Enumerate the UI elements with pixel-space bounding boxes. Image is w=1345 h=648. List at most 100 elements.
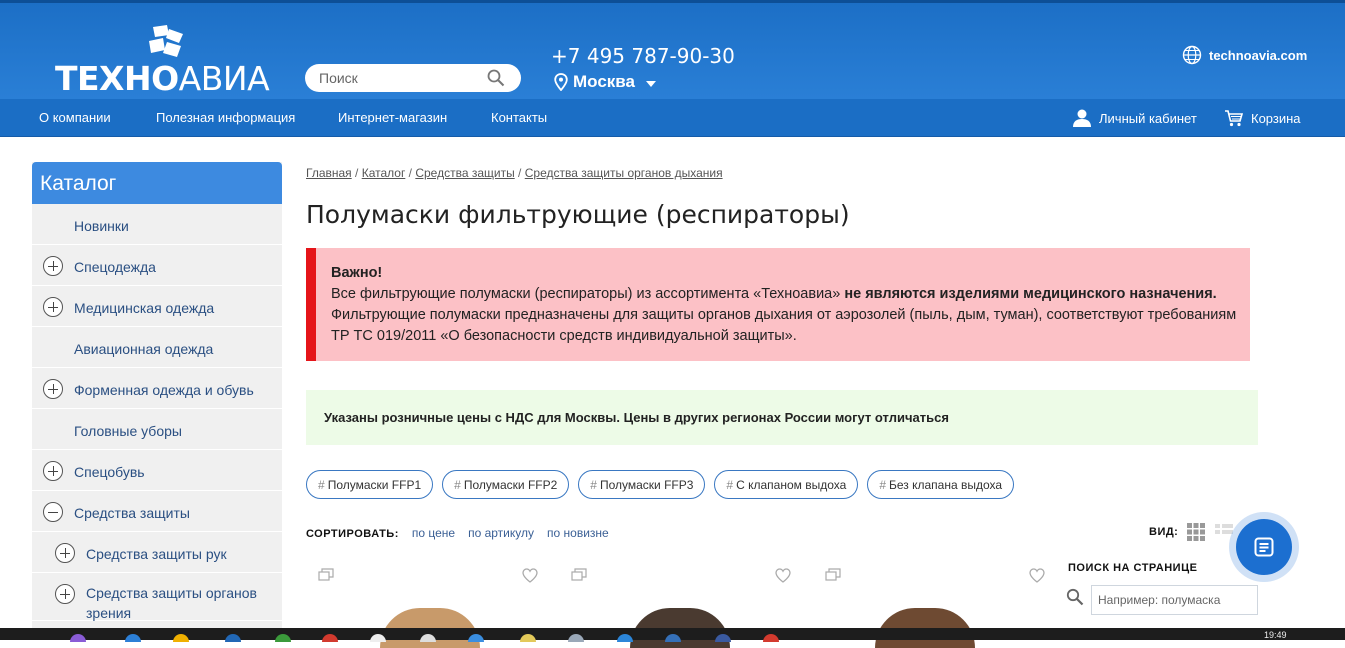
sort-bar: СОРТИРОВАТЬ: по цене по артикулу по нови… [306,526,609,540]
logo[interactable]: ТЕХНОАВИА [55,25,275,98]
catalog-title: Каталог [32,162,282,204]
logo-text: ТЕХНОАВИА [55,59,270,98]
nav-item-about[interactable]: О компании [39,110,111,125]
breadcrumb-catalog[interactable]: Каталог [362,166,406,180]
tag-without-valve[interactable]: # Без клапана выдоха [867,470,1015,499]
catalog-item-label: Авиационная одежда [74,341,214,357]
breadcrumb-separator: / [351,166,362,180]
main-nav: О компании Полезная информация Интернет-… [0,99,1345,137]
site-link[interactable]: technoavia.com [1182,45,1307,65]
city-selector[interactable]: Москва [554,71,656,93]
search-box [305,64,521,92]
sort-by-newest[interactable]: по новизне [547,526,609,540]
breadcrumb-separator: / [405,166,416,180]
taskbar-clock: 19:49 [1264,630,1287,640]
hash-icon: # [879,478,886,492]
breadcrumb-respiratory[interactable]: Средства защиты органов дыхания [525,166,723,180]
account-link[interactable]: Личный кабинет [1072,108,1197,128]
tag-ffp1[interactable]: # Полумаски FFP1 [306,470,434,499]
hash-icon: # [590,478,597,492]
nav-item-shop[interactable]: Интернет-магазин [338,110,447,125]
search-icon [1066,588,1084,606]
tag-label: Полумаски FFP2 [463,478,558,492]
sort-by-article[interactable]: по артикулу [468,526,534,540]
catalog-item-label: Форменная одежда и обувь [74,382,254,398]
catalog-item-protection[interactable]: Средства защиты [32,491,282,532]
catalog-sidebar: Каталог Новинки Спецодежда Медицинская о… [32,162,282,640]
breadcrumb-protection[interactable]: Средства защиты [415,166,514,180]
hash-icon: # [454,478,461,492]
grid-view-icon[interactable] [1186,522,1206,542]
catalog-item-label: Медицинская одежда [74,300,215,316]
product-card-actions [318,568,538,588]
search-icon[interactable] [487,69,505,87]
catalog-item-label: Спецодежда [74,259,156,275]
logo-mark-icon [149,25,183,57]
catalog-item-label: Средства защиты [74,505,190,521]
cart-label: Корзина [1251,110,1301,126]
catalog-item-label: Головные уборы [74,423,182,439]
expand-plus-icon[interactable] [43,256,63,276]
catalog-item-safety-shoes[interactable]: Спецобувь [32,450,282,491]
product-card-actions [825,568,1045,588]
important-notice: Важно! Все фильтрующие полумаски (респир… [306,248,1250,361]
tag-ffp2[interactable]: # Полумаски FFP2 [442,470,570,499]
sort-by-price[interactable]: по цене [412,526,455,540]
catalog-item-headwear[interactable]: Головные уборы [32,409,282,450]
catalog-item-aviation-clothing[interactable]: Авиационная одежда [32,327,282,368]
chat-icon [1254,537,1274,557]
hash-icon: # [318,478,325,492]
compare-icon[interactable] [571,568,587,582]
breadcrumb-separator: / [514,166,525,180]
compare-icon[interactable] [825,568,841,582]
page-search-input[interactable] [1091,585,1258,615]
user-icon [1073,109,1091,127]
expand-plus-icon[interactable] [43,461,63,481]
hash-icon: # [726,478,734,492]
expand-plus-icon[interactable] [55,543,75,563]
notice-text: Все фильтрующие полумаски (респираторы) … [331,286,845,302]
account-label: Личный кабинет [1099,110,1197,126]
chat-button-inner [1236,519,1292,575]
tag-label: С клапаном выдоха [736,478,847,492]
catalog-item-workwear[interactable]: Спецодежда [32,245,282,286]
collapse-minus-icon[interactable] [43,502,63,522]
tag-filters: # Полумаски FFP1 # Полумаски FFP2 # Полумас… [306,470,1015,499]
tag-label: Без клапана выдоха [889,478,1003,492]
search-input[interactable] [319,69,479,87]
phone-number[interactable]: +7 495 787-90-30 [551,44,735,68]
heart-icon[interactable] [522,568,538,583]
cart-link[interactable]: Корзина [1224,108,1301,128]
heart-icon[interactable] [1029,568,1045,583]
catalog-subitem-hand-protection[interactable]: Средства защиты рук [32,532,282,573]
tag-ffp3[interactable]: # Полумаски FFP3 [578,470,706,499]
cart-icon [1225,110,1244,127]
compare-icon[interactable] [318,568,334,582]
header-bar: ТЕХНОАВИА +7 495 787-90-30 Москва techno… [0,0,1345,99]
heart-icon[interactable] [775,568,791,583]
price-note: Указаны розничные цены с НДС для Москвы.… [306,390,1258,445]
tag-with-valve[interactable]: # С клапаном выдоха [714,470,859,499]
nav-item-useful-info[interactable]: Полезная информация [156,110,295,125]
catalog-subitem-eye-protection[interactable]: Средства защиты органов зрения [32,573,282,621]
nav-item-contacts[interactable]: Контакты [491,110,547,125]
notice-text-bold: не являются изделиями медицинского назна… [844,286,1217,302]
catalog-item-medical-clothing[interactable]: Медицинская одежда [32,286,282,327]
product-card-actions [571,568,791,588]
catalog-item-label: Средства защиты рук [86,546,227,562]
catalog-item-new[interactable]: Новинки [32,204,282,245]
expand-plus-icon[interactable] [43,297,63,317]
tag-label: Полумаски FFP3 [599,478,694,492]
expand-plus-icon[interactable] [55,584,75,604]
chat-button[interactable] [1229,512,1299,582]
view-switcher: ВИД: [1149,522,1234,542]
breadcrumb-home[interactable]: Главная [306,166,352,180]
globe-icon [1182,45,1202,65]
catalog-item-label: Новинки [74,218,129,234]
sort-label: СОРТИРОВАТЬ: [306,528,399,540]
catalog-item-uniform[interactable]: Форменная одежда и обувь [32,368,282,409]
page-title: Полумаски фильтрующие (респираторы) [306,200,850,229]
notice-heading: Важно! [331,265,383,281]
breadcrumb: Главная / Каталог / Средства защиты / Ср… [306,166,723,180]
expand-plus-icon[interactable] [43,379,63,399]
